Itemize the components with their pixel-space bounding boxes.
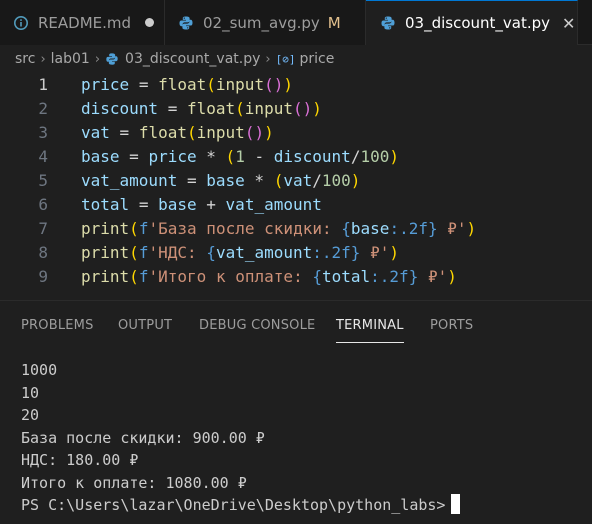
terminal-line: База после скидки: 900.00 ₽ bbox=[21, 428, 265, 447]
code-text[interactable]: print(f'База после скидки: {base:.2f} ₽'… bbox=[81, 217, 476, 241]
line-number: 7 bbox=[38, 219, 48, 238]
python-icon bbox=[380, 15, 396, 31]
line-number: 1 bbox=[38, 75, 48, 94]
code-line[interactable]: 6 total = base + vat_amount bbox=[0, 193, 592, 217]
line-number: 6 bbox=[38, 195, 48, 214]
terminal-output[interactable]: 1000 10 20 База после скидки: 900.00 ₽ Н… bbox=[21, 359, 581, 517]
tab-debug-console[interactable]: DEBUG CONSOLE bbox=[199, 318, 315, 333]
tab-problems[interactable]: PROBLEMS bbox=[21, 318, 94, 333]
python-icon bbox=[178, 15, 194, 31]
code-text[interactable]: vat_amount = base * (vat/100) bbox=[81, 169, 360, 193]
tab-ports[interactable]: PORTS bbox=[430, 318, 473, 333]
code-line[interactable]: 9 print(f'Итого к оплате: {total:.2f} ₽') bbox=[0, 265, 592, 289]
breadcrumb-item-lab01[interactable]: lab01 bbox=[51, 51, 90, 67]
code-line[interactable]: 3 vat = float(input()) bbox=[0, 121, 592, 145]
code-text[interactable]: discount = float(input()) bbox=[81, 97, 322, 121]
code-editor[interactable]: 1 price = float(input()) 2 discount = float… bbox=[0, 73, 592, 295]
line-number: 9 bbox=[38, 267, 48, 286]
line-number: 4 bbox=[38, 147, 48, 166]
tab-terminal[interactable]: TERMINAL bbox=[336, 318, 404, 343]
code-text[interactable]: vat = float(input()) bbox=[81, 121, 274, 145]
terminal-line: НДС: 180.00 ₽ bbox=[21, 451, 139, 469]
chevron-right-icon: › bbox=[40, 51, 46, 67]
code-text[interactable]: print(f'Итого к оплате: {total:.2f} ₽') bbox=[81, 265, 457, 289]
terminal-prompt-line[interactable]: PS C:\Users\lazar\OneDrive\Desktop\pytho… bbox=[21, 494, 581, 517]
code-line[interactable]: 4 base = price * (1 - discount/100) bbox=[0, 145, 592, 169]
code-text[interactable]: price = float(input()) bbox=[81, 73, 293, 97]
chevron-right-icon: › bbox=[265, 51, 271, 67]
modified-badge: M bbox=[327, 13, 341, 32]
breadcrumb: src › lab01 › 03_discount_vat.py › [⊘] p… bbox=[0, 45, 592, 73]
terminal-line: Итого к оплате: 1080.00 ₽ bbox=[21, 473, 247, 492]
tab-02-sum-avg[interactable]: 02_sum_avg.py M bbox=[165, 0, 366, 45]
code-text[interactable]: total = base + vat_amount bbox=[81, 193, 322, 217]
close-icon[interactable]: ✕ bbox=[562, 14, 575, 33]
code-text[interactable]: print(f'НДС: {vat_amount:.2f} ₽') bbox=[81, 241, 399, 265]
line-number: 2 bbox=[38, 99, 48, 118]
code-line[interactable]: 1 price = float(input()) bbox=[0, 73, 592, 97]
tab-readme[interactable]: README.md bbox=[0, 0, 165, 45]
unsaved-dot-icon[interactable] bbox=[145, 18, 155, 27]
code-line[interactable]: 7 print(f'База после скидки: {base:.2f} ₽… bbox=[0, 217, 592, 241]
terminal-cursor bbox=[451, 494, 461, 514]
code-line[interactable]: 8 print(f'НДС: {vat_amount:.2f} ₽') bbox=[0, 241, 592, 265]
tab-03-discount-vat[interactable]: 03_discount_vat.py ✕ bbox=[366, 0, 578, 45]
python-icon bbox=[105, 52, 119, 66]
line-number: 5 bbox=[38, 171, 48, 190]
line-number: 8 bbox=[38, 243, 48, 262]
line-number: 3 bbox=[38, 123, 48, 142]
terminal-prompt: PS C:\Users\lazar\OneDrive\Desktop\pytho… bbox=[21, 496, 446, 514]
tab-label: 03_discount_vat.py bbox=[405, 14, 551, 32]
code-line[interactable]: 2 discount = float(input()) bbox=[0, 97, 592, 121]
info-icon bbox=[13, 15, 29, 31]
breadcrumb-item-src[interactable]: src bbox=[15, 51, 35, 67]
breadcrumb-item-symbol[interactable]: price bbox=[299, 51, 334, 67]
terminal-line: 1000 bbox=[21, 361, 58, 379]
panel-tab-bar: PROBLEMS OUTPUT DEBUG CONSOLE TERMINAL P… bbox=[0, 301, 592, 351]
tab-output[interactable]: OUTPUT bbox=[118, 318, 172, 333]
variable-symbol-icon: [⊘] bbox=[275, 52, 296, 66]
tab-label: 02_sum_avg.py bbox=[203, 13, 320, 32]
bottom-panel: PROBLEMS OUTPUT DEBUG CONSOLE TERMINAL P… bbox=[0, 300, 592, 524]
editor-tab-bar: README.md 02_sum_avg.py M 03_discount_va… bbox=[0, 0, 592, 45]
terminal-line: 20 bbox=[21, 406, 40, 424]
code-text[interactable]: base = price * (1 - discount/100) bbox=[81, 145, 399, 169]
code-line[interactable]: 5 vat_amount = base * (vat/100) bbox=[0, 169, 592, 193]
terminal-line: 10 bbox=[21, 383, 40, 402]
chevron-right-icon: › bbox=[94, 51, 101, 67]
breadcrumb-item-file[interactable]: 03_discount_vat.py bbox=[125, 51, 260, 67]
tab-label: README.md bbox=[38, 13, 132, 32]
